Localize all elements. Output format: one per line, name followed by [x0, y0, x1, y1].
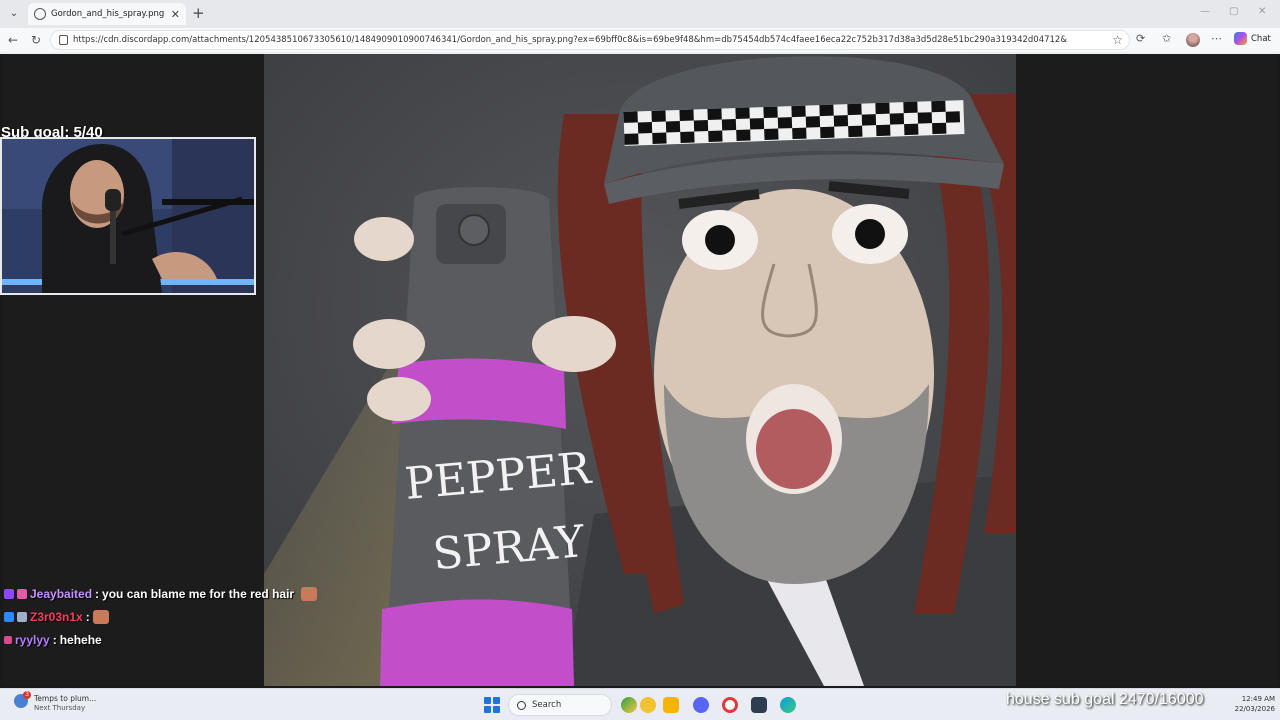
system-clock[interactable]: 12:49 AM 22/03/2026	[1231, 694, 1275, 714]
emote-icon	[301, 586, 318, 601]
turbo-badge-icon	[17, 611, 27, 622]
minimize-icon[interactable]: —	[1200, 6, 1210, 17]
chat-message: ryylyy : hehehe	[4, 628, 344, 651]
chat-text: hehehe	[59, 632, 102, 647]
navigation-bar: ← ↻ https://cdn.discordapp.com/attachmen…	[0, 28, 1280, 52]
file-explorer-icon[interactable]	[663, 697, 679, 713]
site-info-icon[interactable]	[59, 35, 68, 45]
new-tab-button[interactable]: +	[192, 5, 205, 21]
search-icon	[517, 700, 526, 710]
chat-message: Jeaybaited : you can blame me for the re…	[4, 582, 344, 605]
favorite-icon[interactable]: ☆	[1112, 33, 1123, 47]
weather-widget[interactable]: 3 Temps to plum... Next Thursday	[14, 691, 97, 712]
globe-icon	[34, 8, 46, 20]
copilot-icon	[1234, 32, 1247, 45]
weather-subtitle: Next Thursday	[34, 704, 86, 712]
tab-close-icon[interactable]: ✕	[171, 8, 180, 21]
tab-title: Gordon_and_his_spray.png (1600×	[51, 9, 166, 19]
emote-icon	[92, 609, 109, 624]
artwork-image[interactable]: PEPPER SPRAY	[264, 54, 1016, 686]
weather-icon: 3	[14, 691, 31, 708]
chat-message: Z3r03n1x :	[4, 605, 344, 628]
chat-text: you can blame me for the red hair	[102, 586, 295, 601]
left-eye	[705, 225, 735, 255]
chat-separator: :	[52, 632, 57, 647]
right-eye	[855, 219, 885, 249]
sub-gifter-badge-icon	[17, 588, 27, 599]
artwork-illustration: PEPPER SPRAY	[264, 54, 1016, 686]
refresh-icon[interactable]: ↻	[31, 32, 41, 48]
back-icon[interactable]: ←	[8, 32, 18, 48]
favorites-icon[interactable]: ✩	[1162, 32, 1171, 45]
widgets-icon[interactable]	[621, 697, 637, 713]
streamer-webcam	[0, 137, 256, 295]
copilot-app-icon[interactable]	[640, 697, 656, 713]
weather-title: Temps to plum...	[34, 694, 97, 703]
sub-badge-icon	[4, 635, 12, 644]
notification-badge: 3	[23, 691, 31, 699]
tab-active[interactable]: Gordon_and_his_spray.png (1600× ✕	[28, 3, 186, 25]
copilot-chat-button[interactable]: Chat	[1234, 32, 1271, 45]
chat-username[interactable]: ryylyy	[15, 633, 50, 647]
subscriber-badge-icon	[4, 588, 14, 599]
chat-username[interactable]: Z3r03n1x	[30, 610, 83, 624]
terminal-icon[interactable]	[751, 697, 767, 713]
clock-date: 22/03/2026	[1234, 705, 1275, 713]
discord-icon[interactable]	[693, 697, 709, 713]
chat-username[interactable]: Jeaybaited	[30, 587, 92, 601]
tab-strip: ⌄ Gordon_and_his_spray.png (1600× ✕ + — …	[0, 0, 1280, 28]
more-icon[interactable]: ⋯	[1211, 32, 1222, 45]
chat-separator: :	[95, 586, 100, 601]
profile-avatar[interactable]	[1186, 33, 1200, 47]
windows-logo-icon	[484, 697, 491, 704]
start-button[interactable]	[484, 697, 500, 713]
tab-actions-icon[interactable]: ⌄	[6, 6, 22, 22]
maximize-icon[interactable]: ▢	[1229, 6, 1238, 17]
taskbar-search[interactable]: Search	[508, 694, 612, 716]
close-window-icon[interactable]: ✕	[1258, 6, 1266, 17]
prime-badge-icon	[4, 611, 14, 622]
chat-label: Chat	[1251, 33, 1271, 44]
chat-separator: :	[85, 609, 90, 624]
search-label: Search	[532, 700, 562, 710]
clock-time: 12:49 AM	[1241, 695, 1275, 703]
browser-chrome: ⌄ Gordon_and_his_spray.png (1600× ✕ + — …	[0, 0, 1280, 54]
extensions-icon[interactable]: ⟳	[1136, 32, 1145, 45]
edge-icon[interactable]	[780, 697, 796, 713]
house-sub-goal: house sub goal 2470/16000	[1006, 691, 1204, 708]
address-bar[interactable]: https://cdn.discordapp.com/attachments/1…	[50, 30, 1130, 50]
url-text[interactable]: https://cdn.discordapp.com/attachments/1…	[73, 35, 1083, 45]
stream-chat: Jeaybaited : you can blame me for the re…	[4, 582, 344, 651]
webcam-feed	[2, 139, 254, 293]
opera-icon[interactable]	[722, 697, 738, 713]
